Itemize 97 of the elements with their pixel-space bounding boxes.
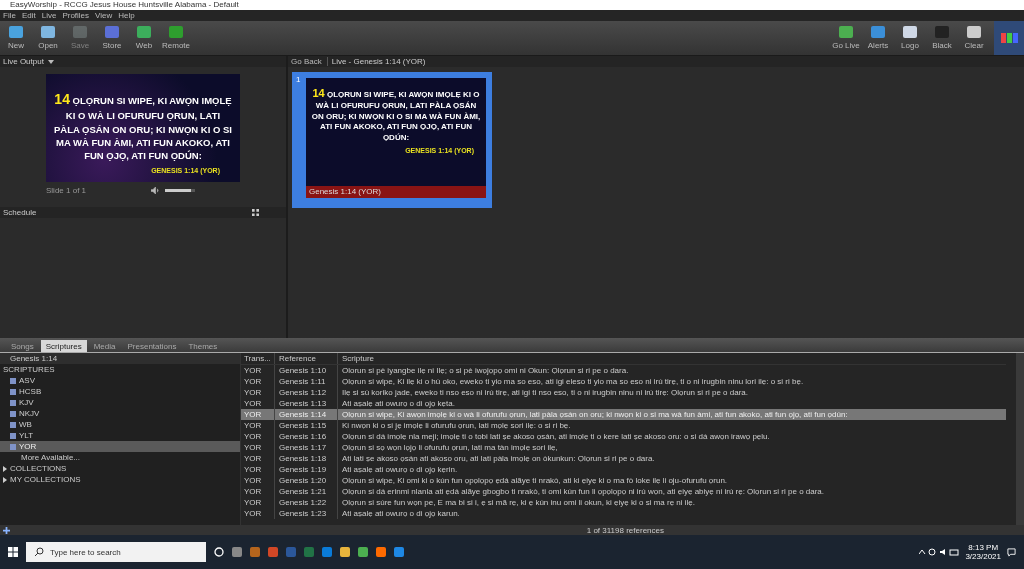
table-cell: Genesis 1:16 — [275, 431, 338, 442]
table-cell-text: Ọlọrun si wipe, Ki ilẹ ki o hù oko, eweko ti yio ma so eso, ati igi eleso ti yio ma so eso ni irú tirẹ, ti o ni irugbin ninu lori ilẹ: o si ri bẹ. — [341, 376, 804, 387]
tree-item[interactable]: YOR — [0, 441, 240, 452]
panel-title[interactable]: Live Output — [3, 57, 44, 66]
toolbar-button[interactable]: New — [0, 21, 32, 55]
toolbar-button[interactable]: Web — [128, 21, 160, 55]
table-cell: Genesis 1:22 — [275, 497, 338, 508]
search-field[interactable]: Genesis 1:14 — [0, 353, 240, 364]
table-cell: YOR — [241, 475, 275, 486]
tree-group[interactable]: COLLECTIONS — [0, 463, 240, 474]
tab[interactable]: Scriptures — [40, 340, 87, 352]
table-cell: Genesis 1:12 — [275, 387, 338, 398]
tree-item[interactable]: KJV — [0, 397, 240, 408]
table-cell-text: Ọlọrun si wipe, Ki omi ki o kún fun ọpọlọpọ ẹdá alãye ti nrakò, ati ki ẹiyẹ ki o ma fò loke ilẹ li oju-ofurufu ọrun. — [341, 475, 728, 486]
table-cell: YOR — [241, 453, 275, 464]
table-cell: YOR — [241, 508, 275, 519]
table-cell: YOR — [241, 365, 275, 376]
menu-item[interactable]: Live — [41, 11, 57, 20]
table-cell-text: Ati aṣalẹ ati owurọ o di ọjọ kẹta. — [341, 398, 455, 409]
table-cell: YOR — [241, 497, 275, 508]
table-cell: Genesis 1:23 — [275, 508, 338, 519]
table-cell-text: Ki nwọn ki o si jẹ imọlẹ li ofurufu ọrun, lati mọlẹ sori ilẹ: o si ri bẹ. — [341, 420, 571, 431]
tab[interactable]: Songs — [6, 340, 39, 352]
clock-date: 3/23/2021 — [965, 552, 1001, 561]
tree-item[interactable]: WB — [0, 419, 240, 430]
status-text: 1 of 31198 references — [586, 525, 664, 535]
table-cell: Genesis 1:14 — [275, 409, 338, 420]
toolbar-button[interactable]: Open — [32, 21, 64, 55]
cortana-icon[interactable] — [214, 547, 224, 557]
toolbar-button[interactable]: Go Live — [830, 21, 862, 55]
column-header[interactable]: Reference — [275, 353, 338, 364]
menu-item[interactable]: View — [95, 11, 113, 20]
column-header[interactable]: Scripture — [338, 353, 374, 364]
notification-icon[interactable] — [1007, 547, 1016, 557]
panel-title: Live - Genesis 1:14 (YOR) — [331, 57, 426, 66]
table-cell: YOR — [241, 409, 275, 420]
menu-item[interactable]: Edit — [21, 11, 36, 20]
tab[interactable]: Themes — [183, 340, 223, 352]
tab[interactable]: Presentations — [122, 340, 182, 352]
toolbar-button[interactable]: Store — [96, 21, 128, 55]
taskbar-search-field[interactable]: Type here to search — [26, 542, 206, 562]
table-cell-text: Ati lati ṣe akoso ọsán ati akoso oru, ati lati pàla imọlẹ on òkunkun: Ọlọrun si ri pe o dara. — [341, 453, 655, 464]
table-cell-text: Ati aṣalẹ ati owurọ o di ọjọ kẹrin. — [341, 464, 458, 475]
caret-icon[interactable] — [47, 59, 54, 64]
toolbar-button[interactable]: Logo — [894, 21, 926, 55]
table-cell: Genesis 1:11 — [275, 376, 338, 387]
table-cell: Genesis 1:15 — [275, 420, 338, 431]
go-back-button[interactable]: Go Back — [291, 57, 328, 66]
table-cell: YOR — [241, 464, 275, 475]
panel-title: Schedule — [3, 208, 37, 217]
tab[interactable]: Media — [88, 340, 121, 352]
table-cell: YOR — [241, 387, 275, 398]
slide-counter: Slide 1 of 1 — [46, 186, 88, 195]
tree-group[interactable]: SCRIPTURES — [0, 364, 240, 375]
palette-icon[interactable] — [994, 21, 1024, 55]
tree-item[interactable]: ASV — [0, 375, 240, 386]
table-cell: Genesis 1:17 — [275, 442, 338, 453]
tree-item[interactable]: YLT — [0, 430, 240, 441]
table-cell: YOR — [241, 431, 275, 442]
table-cell: YOR — [241, 376, 275, 387]
toolbar-button[interactable]: Clear — [958, 21, 990, 55]
table-cell-text: Ọlọrun si wipe, Ki awọn imọlẹ ki o wà li ofurufu ọrun, lati pàla ọsán on oru; ki nwọn ki o si ma wà fun àmi, ati fun akoko, ati fun ọjọ, ati fun ọdún: — [341, 409, 848, 420]
tree-group[interactable]: MY COLLECTIONS — [0, 474, 240, 485]
table-cell-text: Ọlọrun si sọ wọn lọjọ li ofurufu ọrun, lati ma tàn imọlẹ sori ilẹ, — [341, 442, 558, 453]
table-cell-text: Ilẹ si sù koriko jade, eweko ti nso eso ni irú tirẹ, ati igi ti nso eso, ti o ni irugbin ninu ni irú tirẹ: Ọlọrun si ri pe o dara. — [341, 387, 748, 398]
table-cell-text: Ọlọrun si dá imọlẹ nla meji; imọlẹ ti o tobi lati ṣe akoso ọsán, ati imọlẹ ti o kere lati ṣe akoso oru: o si dá awọn irawọ pẹlu. — [341, 431, 770, 442]
table-cell: Genesis 1:21 — [275, 486, 338, 497]
tree-item[interactable]: HCSB — [0, 386, 240, 397]
menu-item[interactable]: Help — [118, 11, 135, 20]
windows-start-icon[interactable] — [8, 547, 18, 557]
add-icon[interactable] — [3, 526, 10, 534]
tree-item[interactable]: NKJV — [0, 408, 240, 419]
grid-view-icon[interactable] — [252, 209, 259, 216]
search-icon — [34, 547, 44, 557]
table-cell-text: Olorun si pè iyangbe ilẹ ni Ilẹ; o si pè iwọjọpọ omi ni Okun: Ọlọrun si ri pe o dara. — [341, 365, 629, 376]
tray-icons[interactable] — [919, 548, 960, 556]
table-cell: Genesis 1:10 — [275, 365, 338, 376]
table-cell-text: Ati aṣalẹ ati owurọ o di ọjọ karun. — [341, 508, 460, 519]
table-cell: YOR — [241, 486, 275, 497]
table-cell: Genesis 1:20 — [275, 475, 338, 486]
table-cell: Genesis 1:19 — [275, 464, 338, 475]
clock-time: 8:13 PM — [968, 543, 999, 552]
table-cell: Genesis 1:18 — [275, 453, 338, 464]
menu-item[interactable]: Profiles — [62, 11, 90, 20]
window-title: EasyWorship - RCCG Jesus House Huntsville Alabama - Default — [9, 0, 239, 10]
toolbar-button[interactable]: Black — [926, 21, 958, 55]
column-header[interactable]: Trans... — [241, 353, 275, 364]
toolbar-button[interactable]: Alerts — [862, 21, 894, 55]
table-cell: YOR — [241, 442, 275, 453]
table-cell-text: Ọlọrun si súre fun wọn pe, E ma bi si i, ẹ si mã rẹ, ki ẹ kún inu omi li okun, ki ẹiyẹ ki o si ma rẹ ni ilẹ. — [341, 497, 696, 508]
volume-slider[interactable] — [165, 189, 195, 192]
toolbar-button[interactable]: Remote — [160, 21, 192, 55]
more-link[interactable]: More Available... — [0, 452, 240, 463]
table-cell-text: Ọlọrun si dá erinmi nlanla ati ẹdá alãye gbogbo ti nrakò, ti omi kún fun li ọpọlọpọ ni irú wọn, ati ẹiyẹ abiyẹ ni irú rẹ: Ọlọrun si ri pe o dara. — [341, 486, 825, 497]
menu-item[interactable]: File — [3, 11, 16, 20]
speaker-icon[interactable] — [151, 187, 160, 194]
table-cell: YOR — [241, 420, 275, 431]
